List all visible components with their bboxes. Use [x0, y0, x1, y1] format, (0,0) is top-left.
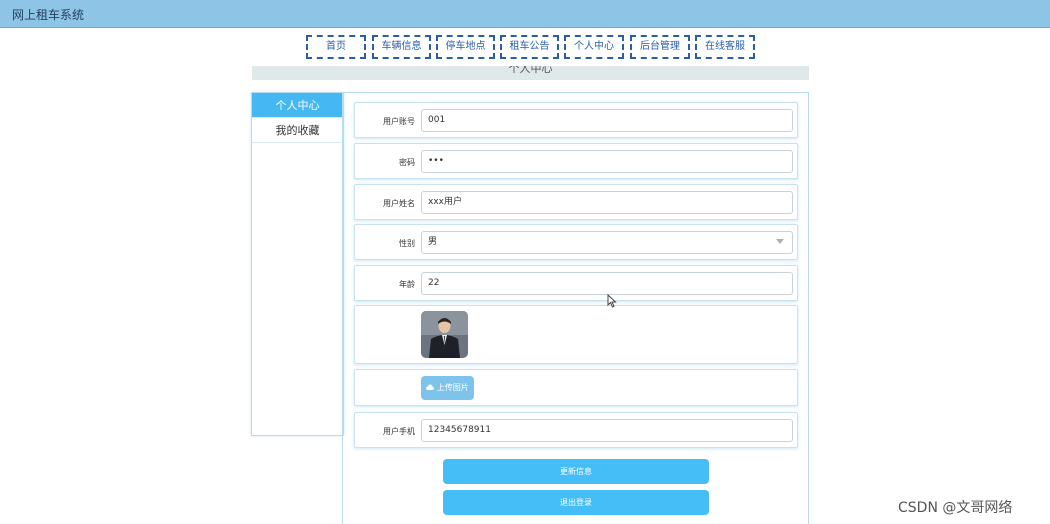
- nav-online-service[interactable]: 在线客服: [695, 35, 755, 59]
- nav-parking-location[interactable]: 停车地点: [436, 35, 495, 59]
- form-row-phone: 用户手机 12345678911: [354, 412, 798, 448]
- cloud-upload-icon: [426, 384, 435, 390]
- account-input[interactable]: 001: [421, 109, 793, 132]
- upload-image-button[interactable]: 上传图片: [421, 376, 474, 400]
- sidebar-item-personal-center[interactable]: 个人中心: [252, 93, 343, 118]
- avatar: [421, 311, 468, 358]
- form-row-upload: 上传图片: [354, 369, 798, 406]
- gender-select[interactable]: 男: [421, 231, 793, 254]
- nav-home[interactable]: 首页: [306, 35, 366, 59]
- password-input[interactable]: •••: [421, 150, 793, 173]
- nav-vehicle-info[interactable]: 车辆信息: [372, 35, 431, 59]
- section-title-text: 个人中心: [508, 66, 553, 75]
- form-row-age: 年龄 22: [354, 265, 798, 301]
- password-label: 密码: [399, 158, 415, 167]
- site-title: 网上租车系统: [12, 8, 85, 22]
- avatar-photo: [421, 311, 468, 358]
- mouse-cursor-icon: [607, 294, 617, 308]
- logout-button[interactable]: 退出登录: [443, 490, 709, 515]
- gender-label: 性别: [399, 239, 415, 248]
- age-input[interactable]: 22: [421, 272, 793, 295]
- gender-select-value: 男: [428, 237, 438, 247]
- chevron-down-icon: [776, 239, 784, 244]
- sidebar-item-favorites[interactable]: 我的收藏: [252, 118, 343, 143]
- name-input[interactable]: xxx用户: [421, 191, 793, 214]
- nav-rental-notice[interactable]: 租车公告: [500, 35, 559, 59]
- nav-admin[interactable]: 后台管理: [630, 35, 690, 59]
- phone-label: 用户手机: [383, 427, 415, 436]
- form-row-account: 用户账号 001: [354, 102, 798, 138]
- sidebar: 个人中心 我的收藏: [251, 92, 344, 436]
- form-row-password: 密码 •••: [354, 143, 798, 179]
- form-row-gender: 性别 男: [354, 224, 798, 260]
- phone-input[interactable]: 12345678911: [421, 419, 793, 442]
- top-header-bar: 网上租车系统: [0, 0, 1050, 28]
- update-info-button[interactable]: 更新信息: [443, 459, 709, 484]
- watermark: CSDN @文哥网络: [898, 500, 1013, 516]
- form-row-avatar: [354, 305, 798, 364]
- form-row-name: 用户姓名 xxx用户: [354, 184, 798, 220]
- section-title: 个人中心: [252, 66, 809, 80]
- age-label: 年龄: [399, 280, 415, 289]
- upload-image-label: 上传图片: [436, 383, 469, 392]
- account-label: 用户账号: [383, 117, 415, 126]
- name-label: 用户姓名: [383, 199, 415, 208]
- nav-personal-center[interactable]: 个人中心: [564, 35, 624, 59]
